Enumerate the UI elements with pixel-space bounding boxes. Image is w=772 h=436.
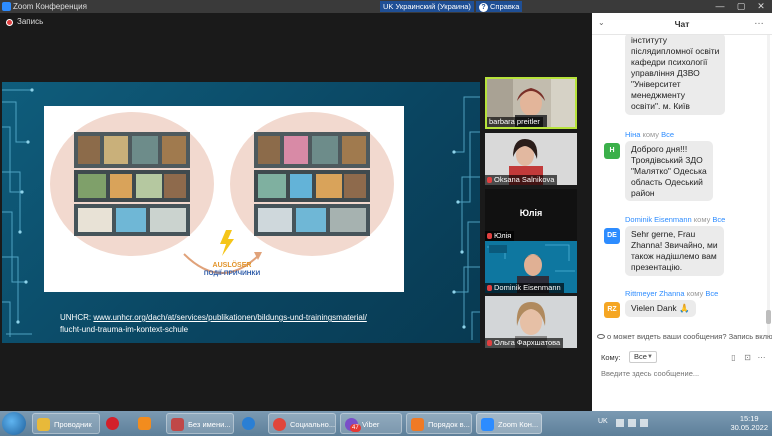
avatar: RZ <box>604 302 620 318</box>
chrome-icon <box>273 418 286 431</box>
system-tray: UK 15:19 30.05.2022 <box>592 411 772 436</box>
maximize-icon[interactable]: ▢ <box>731 0 751 13</box>
minimize-icon[interactable]: — <box>710 0 730 13</box>
message-bubble: інституту післядипломної освіти кафедри … <box>625 35 726 115</box>
taskbar-item-explorer[interactable]: Проводник <box>32 413 100 434</box>
opera-icon <box>106 417 119 430</box>
taskbar-item-opera[interactable] <box>102 413 128 434</box>
network-icon[interactable] <box>616 419 624 427</box>
video-tile-barbara[interactable]: barbara preitler <box>485 77 577 129</box>
circuit-decoration-right <box>452 96 480 340</box>
caption-link[interactable]: www.unhcr.org/dach/at/services/publikati… <box>93 313 366 322</box>
clock[interactable]: 15:19 30.05.2022 <box>730 414 768 432</box>
avatar: DE <box>604 228 620 244</box>
trauma-brain-illustration: AUSLÖSER ПОДІЇ-ПРИЧИНКИ <box>44 106 404 292</box>
video-tile-dominik[interactable]: Dominik Eisenmann <box>485 241 577 293</box>
notification-badge: 47 <box>350 424 361 432</box>
screen: Zoom Конференция UK Украинский (Украина)… <box>0 0 772 436</box>
recording-icon <box>6 19 13 26</box>
brain-houses-illustration: AUSLÖSER ПОДІЇ-ПРИЧИНКИ <box>44 106 404 292</box>
taskbar-item-untitled[interactable]: Без имени... <box>166 413 234 434</box>
message-header: Dominik Eisenmann кому Все <box>625 215 726 224</box>
participant-big-name: Юлія <box>519 208 543 218</box>
chat-scrollbar[interactable] <box>766 35 771 335</box>
participant-name: barbara preitler <box>487 117 543 127</box>
recording-bar: Запись <box>0 13 592 31</box>
battery-icon[interactable] <box>640 419 648 427</box>
trigger-label-uk: ПОДІЇ-ПРИЧИНКИ <box>204 269 261 277</box>
caption-line-2: flucht-und-trauma-im-kontext-schule <box>60 325 189 334</box>
eye-icon <box>597 334 605 339</box>
avatar: H <box>604 143 620 159</box>
participant-name: Ольга Фархшатова <box>485 338 564 348</box>
window-title: Zoom Конференция <box>13 2 87 11</box>
chat-visibility-notice[interactable]: о может видеть ваши сообщения? Запись вк… <box>597 331 772 343</box>
scrollbar-thumb[interactable] <box>766 310 771 324</box>
mic-muted-icon <box>487 177 492 183</box>
video-tile-yulia[interactable]: Юлія Юлія <box>485 189 577 241</box>
taskbar-item-order[interactable]: Порядок в... <box>406 413 472 434</box>
file-icon[interactable]: ▯ <box>729 353 738 362</box>
taskbar-item-vlc[interactable] <box>134 413 160 434</box>
volume-icon[interactable] <box>628 419 636 427</box>
keyboard-language-indicator[interactable]: UK Украинский (Украина) <box>380 1 474 12</box>
recipient-label: Кому: <box>601 353 621 362</box>
message-bubble: Sehr gerne, Frau Zhanna! Звичайно, ми та… <box>625 226 724 276</box>
taskbar-item-ie[interactable] <box>238 413 264 434</box>
zoom-app-icon <box>2 2 11 11</box>
participant-name: Юлія <box>485 231 515 241</box>
chat-header: ⌄ Чат … <box>592 13 772 35</box>
slide-caption: UNHCR: www.unhcr.org/dach/at/services/pu… <box>60 312 367 336</box>
shared-screen-slide: AUSLÖSER ПОДІЇ-ПРИЧИНКИ UNHCR: www.unhcr… <box>2 82 480 343</box>
recording-label: Запись <box>17 17 44 26</box>
start-button[interactable] <box>2 412 26 435</box>
help-button[interactable]: ? Справка <box>476 1 523 12</box>
participant-name: Oksana Salnikova <box>485 175 558 185</box>
caption-prefix: UNHCR: <box>60 313 94 322</box>
participant-name: Dominik Eisenmann <box>485 283 564 293</box>
taskbar-item-chrome[interactable]: Социально... <box>268 413 336 434</box>
message-bubble: Vielen Dank 🙏 <box>625 300 696 317</box>
message-header: Ніна кому Все <box>625 130 675 139</box>
taskbar-item-zoom[interactable]: Zoom Кон... <box>476 413 542 434</box>
ie-icon <box>242 417 255 430</box>
window-titlebar: Zoom Конференция UK Украинский (Украина)… <box>0 0 772 13</box>
chevron-down-icon: ▼ <box>647 354 653 360</box>
more-options-icon[interactable]: … <box>754 16 764 27</box>
message-header: Rittmeyer Zhanna кому Все <box>625 289 719 298</box>
mic-muted-icon <box>487 285 492 291</box>
more-icon[interactable]: ⋯ <box>757 353 766 362</box>
video-tile-olga[interactable]: Ольга Фархшатова <box>485 296 577 348</box>
folder-icon <box>37 418 50 431</box>
chat-title: Чат <box>674 19 690 29</box>
mic-muted-icon <box>487 340 492 346</box>
vlc-icon <box>138 417 151 430</box>
video-tile-oksana[interactable]: Oksana Salnikova <box>485 133 577 185</box>
chat-message-list: інституту післядипломної освіти кафедри … <box>592 35 764 335</box>
close-icon[interactable]: ✕ <box>751 0 771 13</box>
paint-icon <box>171 418 184 431</box>
help-icon: ? <box>479 3 488 12</box>
recipient-row: Кому: Все ▼ ▯ ⊡ ⋯ <box>601 351 771 365</box>
circuit-decoration-left <box>2 88 34 337</box>
chat-message-input[interactable] <box>601 368 766 380</box>
taskbar-item-viber[interactable]: Viber 47 <box>340 413 402 434</box>
trigger-label-de: AUSLÖSER <box>213 260 252 269</box>
zoom-icon <box>481 418 494 431</box>
screenshot-icon[interactable]: ⊡ <box>743 353 752 362</box>
recipient-select[interactable]: Все ▼ <box>629 351 657 363</box>
message-bubble: Доброго дня!!! Троядівський ЗДО "Малятко… <box>625 141 713 201</box>
mic-muted-icon <box>487 233 492 239</box>
tray-language[interactable]: UK <box>598 418 608 425</box>
powerpoint-icon <box>411 418 424 431</box>
